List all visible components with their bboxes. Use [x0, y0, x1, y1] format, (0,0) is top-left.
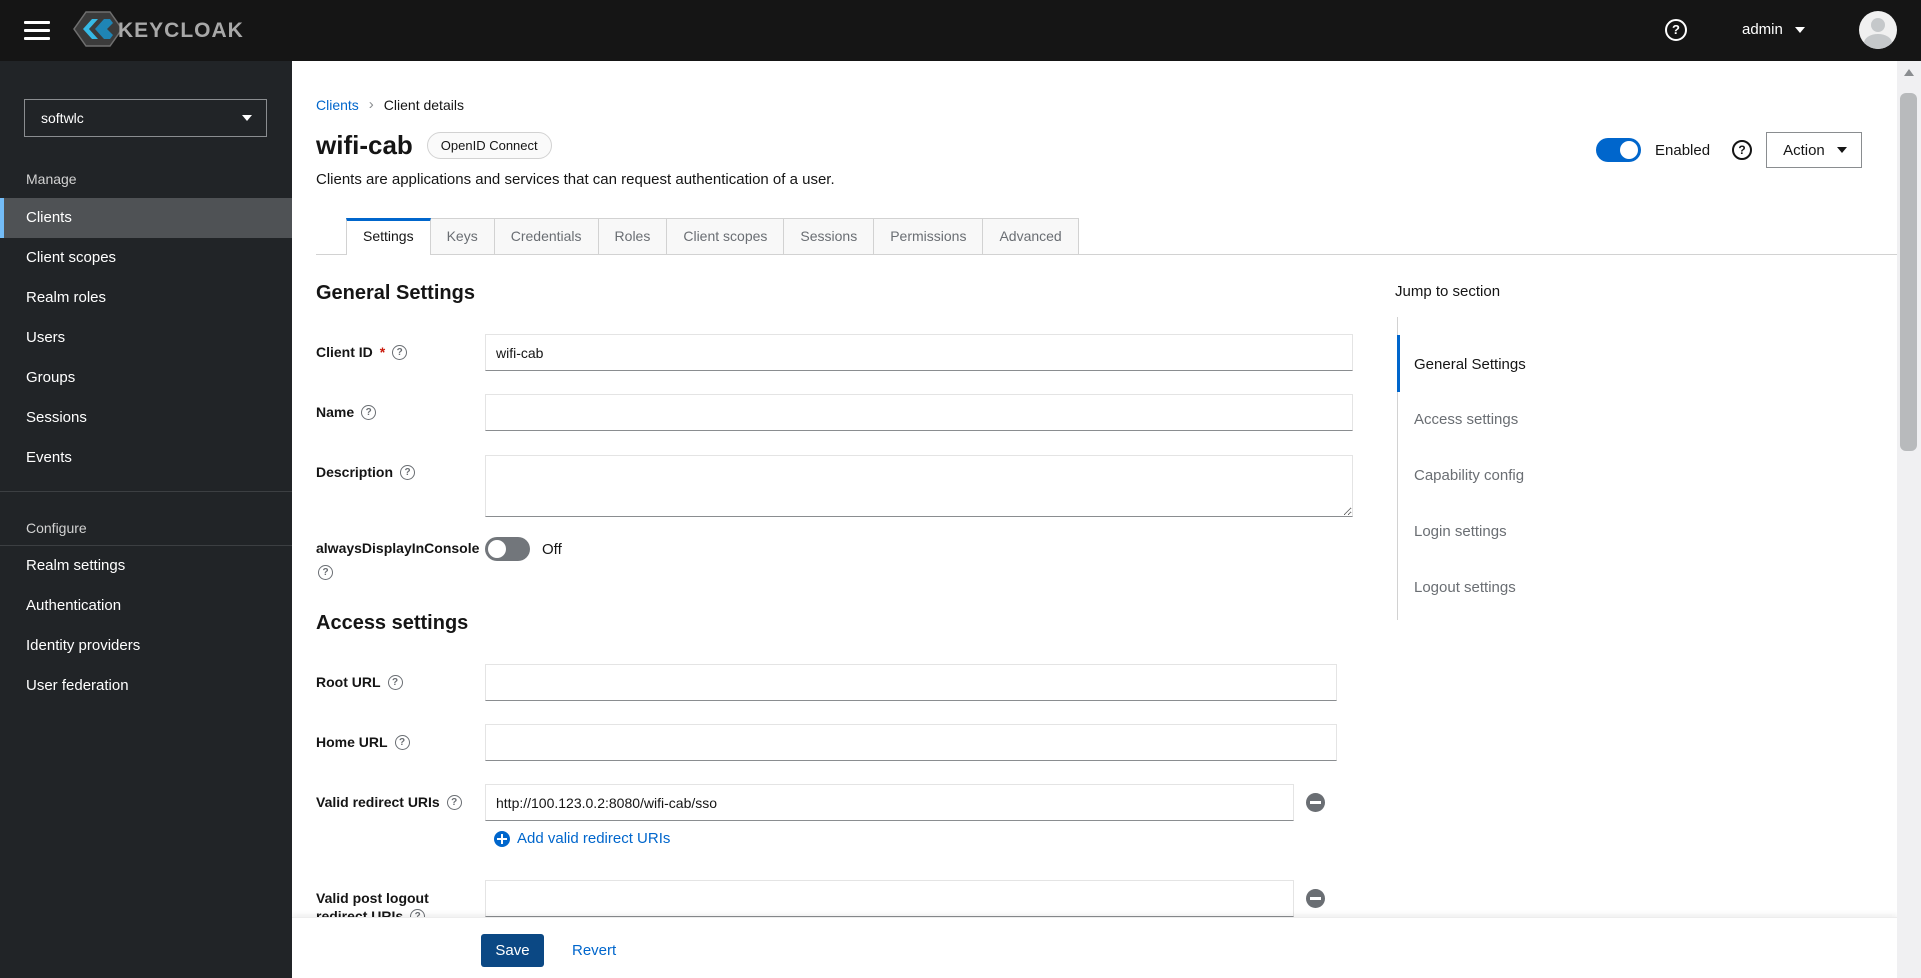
- avatar[interactable]: [1859, 11, 1897, 49]
- page-title: wifi-cab: [316, 130, 413, 160]
- tab-advanced[interactable]: Advanced: [983, 218, 1079, 255]
- nav-group-manage: Manage: [26, 171, 77, 187]
- jump-active-indicator: [1397, 335, 1400, 392]
- sidebar-item-authentication[interactable]: Authentication: [0, 586, 292, 626]
- home-url-input[interactable]: [485, 724, 1337, 761]
- add-redirect-uri-link[interactable]: Add valid redirect URIs: [494, 830, 670, 847]
- required-asterisk: *: [379, 344, 386, 360]
- scrollbar-thumb[interactable]: [1900, 93, 1917, 451]
- root-url-label: Root URL ?: [316, 674, 403, 690]
- client-id-label: Client ID * ?: [316, 344, 408, 360]
- always-display-state: Off: [542, 540, 562, 558]
- tab-roles[interactable]: Roles: [598, 218, 668, 255]
- jump-item-general-settings[interactable]: General Settings: [1414, 356, 1526, 373]
- chevron-down-icon: [1794, 26, 1805, 33]
- top-bar: KEYCLOAK ? admin: [0, 0, 1921, 61]
- breadcrumb-current: Client details: [383, 96, 464, 113]
- action-dropdown-label: Action: [1783, 141, 1825, 159]
- name-input[interactable]: [485, 394, 1353, 431]
- help-icon[interactable]: ?: [394, 734, 410, 750]
- nav-group-configure: Configure: [26, 520, 87, 536]
- sidebar-item-realm-settings[interactable]: Realm settings: [0, 546, 292, 586]
- breadcrumb-clients-link[interactable]: Clients: [316, 97, 359, 113]
- tab-client-scopes[interactable]: Client scopes: [667, 218, 785, 255]
- valid-redirect-uri-input[interactable]: [485, 784, 1294, 821]
- plus-circle-icon: [494, 830, 510, 847]
- jump-item-logout-settings[interactable]: Logout settings: [1414, 579, 1516, 596]
- keycloak-logo[interactable]: KEYCLOAK: [72, 10, 244, 50]
- vertical-scrollbar[interactable]: [1897, 61, 1921, 978]
- username: admin: [1742, 21, 1783, 38]
- home-url-label: Home URL ?: [316, 734, 410, 750]
- tab-bar: Settings Keys Credentials Roles Client s…: [346, 218, 1079, 255]
- tab-permissions[interactable]: Permissions: [874, 218, 984, 255]
- enabled-label: Enabled: [1655, 141, 1711, 159]
- help-icon[interactable]: ?: [400, 464, 416, 480]
- chevron-down-icon: [1837, 147, 1848, 153]
- page-description: Clients are applications and services th…: [316, 171, 835, 188]
- jump-to-section-list: General Settings Access settings Capabil…: [1397, 317, 1627, 620]
- help-icon[interactable]: ?: [361, 404, 377, 420]
- sidebar-item-groups[interactable]: Groups: [0, 358, 292, 398]
- help-icon[interactable]: ?: [387, 674, 403, 690]
- always-display-label: alwaysDisplayInConsole: [316, 540, 480, 556]
- help-icon[interactable]: ?: [446, 794, 462, 810]
- section-access-settings: Access settings: [316, 612, 469, 634]
- help-icon[interactable]: ?: [318, 565, 333, 580]
- sidebar: softwlc Manage Clients Client scopes Rea…: [0, 61, 292, 978]
- jump-to-section-title: Jump to section: [1395, 283, 1501, 300]
- post-logout-uri-input[interactable]: [485, 880, 1294, 917]
- jump-item-login-settings[interactable]: Login settings: [1414, 523, 1507, 540]
- chevron-down-icon: [242, 115, 252, 121]
- post-logout-label-line1: Valid post logout: [316, 890, 429, 906]
- tab-credentials[interactable]: Credentials: [494, 218, 599, 255]
- form-footer: Save Revert: [292, 917, 1897, 978]
- save-button[interactable]: Save: [481, 934, 544, 967]
- brand-name: KEYCLOAK: [118, 19, 244, 42]
- tab-settings[interactable]: Settings: [346, 218, 431, 255]
- enabled-toggle[interactable]: [1596, 138, 1641, 162]
- sidebar-item-events[interactable]: Events: [0, 438, 292, 478]
- sidebar-item-realm-roles[interactable]: Realm roles: [0, 278, 292, 318]
- protocol-badge: OpenID Connect: [426, 132, 552, 159]
- scroll-up-icon[interactable]: [1904, 69, 1914, 76]
- sidebar-item-identity-providers[interactable]: Identity providers: [0, 626, 292, 666]
- keycloak-admin-console: KEYCLOAK ? admin softwlc Manage Clients …: [0, 0, 1921, 978]
- always-display-toggle[interactable]: [485, 537, 530, 561]
- name-label: Name ?: [316, 404, 377, 420]
- description-textarea[interactable]: [485, 455, 1353, 517]
- tab-keys[interactable]: Keys: [430, 218, 495, 255]
- breadcrumb: Clients › Client details: [316, 96, 464, 113]
- valid-redirect-uris-label: Valid redirect URIs ?: [316, 794, 462, 810]
- remove-post-logout-uri-button[interactable]: [1306, 889, 1325, 908]
- action-dropdown[interactable]: Action: [1766, 132, 1863, 168]
- jump-item-access-settings[interactable]: Access settings: [1414, 411, 1518, 428]
- sidebar-item-users[interactable]: Users: [0, 318, 292, 358]
- sidebar-item-sessions[interactable]: Sessions: [0, 398, 292, 438]
- remove-redirect-uri-button[interactable]: [1306, 793, 1325, 812]
- tab-sessions[interactable]: Sessions: [784, 218, 875, 255]
- root-url-input[interactable]: [485, 664, 1337, 701]
- sidebar-item-user-federation[interactable]: User federation: [0, 666, 292, 706]
- realm-selector[interactable]: softwlc: [24, 99, 267, 137]
- section-general-settings: General Settings: [316, 282, 475, 304]
- jump-item-capability-config[interactable]: Capability config: [1414, 467, 1524, 484]
- sidebar-nav: Manage Clients Client scopes Realm roles…: [0, 168, 292, 706]
- sidebar-item-client-scopes[interactable]: Client scopes: [0, 238, 292, 278]
- chevron-right-icon: ›: [368, 96, 374, 113]
- help-icon[interactable]: ?: [392, 344, 408, 360]
- help-icon[interactable]: ?: [1732, 140, 1753, 160]
- realm-name: softwlc: [41, 110, 84, 126]
- keycloak-logo-icon: [72, 9, 124, 54]
- revert-button[interactable]: Revert: [572, 942, 616, 959]
- description-label: Description ?: [316, 464, 416, 480]
- user-menu[interactable]: admin: [1742, 21, 1805, 38]
- sidebar-item-clients[interactable]: Clients: [0, 198, 292, 238]
- help-icon[interactable]: ?: [1665, 19, 1687, 41]
- client-id-input[interactable]: [485, 334, 1353, 371]
- hamburger-menu-icon[interactable]: [24, 21, 50, 40]
